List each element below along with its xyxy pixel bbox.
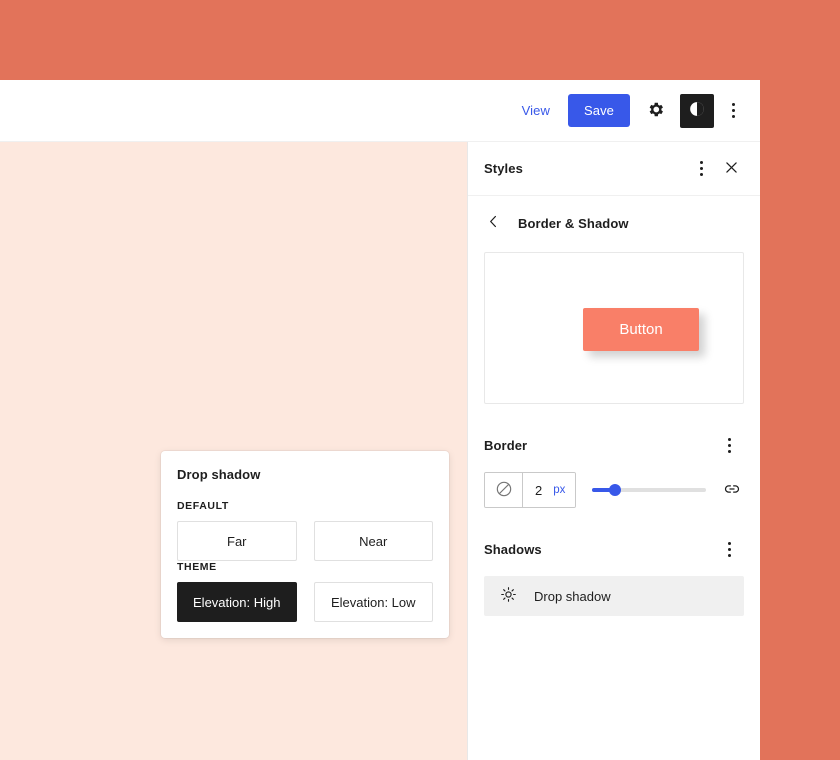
- border-width-unit[interactable]: px: [553, 484, 565, 496]
- shadows-label: Shadows: [484, 541, 542, 557]
- three-dots-vertical-icon: [699, 161, 703, 176]
- close-x-icon: [723, 159, 740, 179]
- border-width-value: 2: [535, 482, 543, 498]
- popover-title: Drop shadow: [177, 467, 261, 482]
- preset-grid-theme: Elevation: High Elevation: Low: [177, 582, 433, 622]
- link-sides-icon: [722, 479, 742, 502]
- shadow-item-label: Drop shadow: [534, 588, 611, 604]
- border-controls-row: 2 px: [484, 472, 744, 508]
- popover-group-theme: THEME Elevation: High Elevation: Low: [177, 561, 433, 622]
- shadows-section-header: Shadows: [484, 534, 744, 564]
- preview-button[interactable]: Button: [583, 307, 699, 351]
- group-label-default: DEFAULT: [177, 500, 229, 512]
- contrast-half-circle-icon: [687, 99, 707, 122]
- toolbar-more-button[interactable]: [720, 94, 746, 128]
- sidebar-header: Styles: [468, 142, 760, 196]
- link-border-sides-button[interactable]: [720, 478, 744, 502]
- top-toolbar: View Save: [0, 80, 760, 142]
- border-color-button[interactable]: [485, 473, 523, 507]
- view-link[interactable]: View: [512, 97, 560, 124]
- preset-far-button[interactable]: Far: [177, 521, 297, 561]
- back-button[interactable]: [482, 212, 504, 234]
- no-color-slash-circle-icon: [494, 479, 514, 502]
- border-label: Border: [484, 437, 528, 453]
- save-button[interactable]: Save: [567, 94, 630, 127]
- three-dots-vertical-icon: [731, 103, 735, 118]
- styles-sidebar: Styles Border & Shadow Button Border 2 p…: [468, 142, 760, 760]
- popover-group-default: DEFAULT Far Near: [177, 500, 433, 561]
- slider-thumb[interactable]: [609, 484, 622, 496]
- three-dots-vertical-icon: [727, 541, 731, 557]
- chevron-left-icon: [486, 214, 501, 232]
- sidebar-title: Styles: [484, 161, 523, 176]
- group-label-theme: THEME: [177, 561, 217, 573]
- preset-near-button[interactable]: Near: [313, 521, 433, 561]
- panel-title: Border & Shadow: [518, 215, 629, 231]
- settings-button[interactable]: [638, 94, 672, 128]
- panel-navigation: Border & Shadow: [468, 196, 760, 248]
- preset-elevation-high-button[interactable]: Elevation: High: [177, 582, 297, 622]
- three-dots-vertical-icon: [727, 437, 731, 453]
- preset-elevation-low-button[interactable]: Elevation: Low: [313, 582, 433, 622]
- sidebar-more-button[interactable]: [686, 154, 716, 184]
- styles-toggle-button[interactable]: [680, 93, 714, 128]
- shadow-presets-popover: Drop shadow DEFAULT Far Near THEME Eleva…: [161, 451, 449, 638]
- editor-window: View Save Drop shadow DEFAULT Far Near T…: [0, 80, 760, 760]
- shadow-item-drop-shadow[interactable]: Drop shadow: [484, 576, 744, 616]
- shadow-sun-icon: [499, 585, 518, 607]
- window-body: Drop shadow DEFAULT Far Near THEME Eleva…: [0, 142, 760, 760]
- preset-grid-default: Far Near: [177, 521, 433, 561]
- shadows-more-button[interactable]: [714, 534, 744, 564]
- border-more-button[interactable]: [714, 430, 744, 460]
- border-shadow-preview: Button: [484, 252, 744, 404]
- sidebar-close-button[interactable]: [716, 154, 746, 184]
- border-section-header: Border: [484, 430, 744, 460]
- border-section: Border 2 px: [468, 404, 760, 508]
- border-width-control: 2 px: [484, 472, 577, 508]
- shadows-section: Shadows Drop shadow: [468, 508, 760, 616]
- gear-icon: [646, 100, 665, 122]
- border-width-input[interactable]: 2 px: [523, 473, 576, 507]
- editor-canvas[interactable]: Drop shadow DEFAULT Far Near THEME Eleva…: [0, 142, 468, 760]
- border-width-slider[interactable]: [592, 482, 706, 498]
